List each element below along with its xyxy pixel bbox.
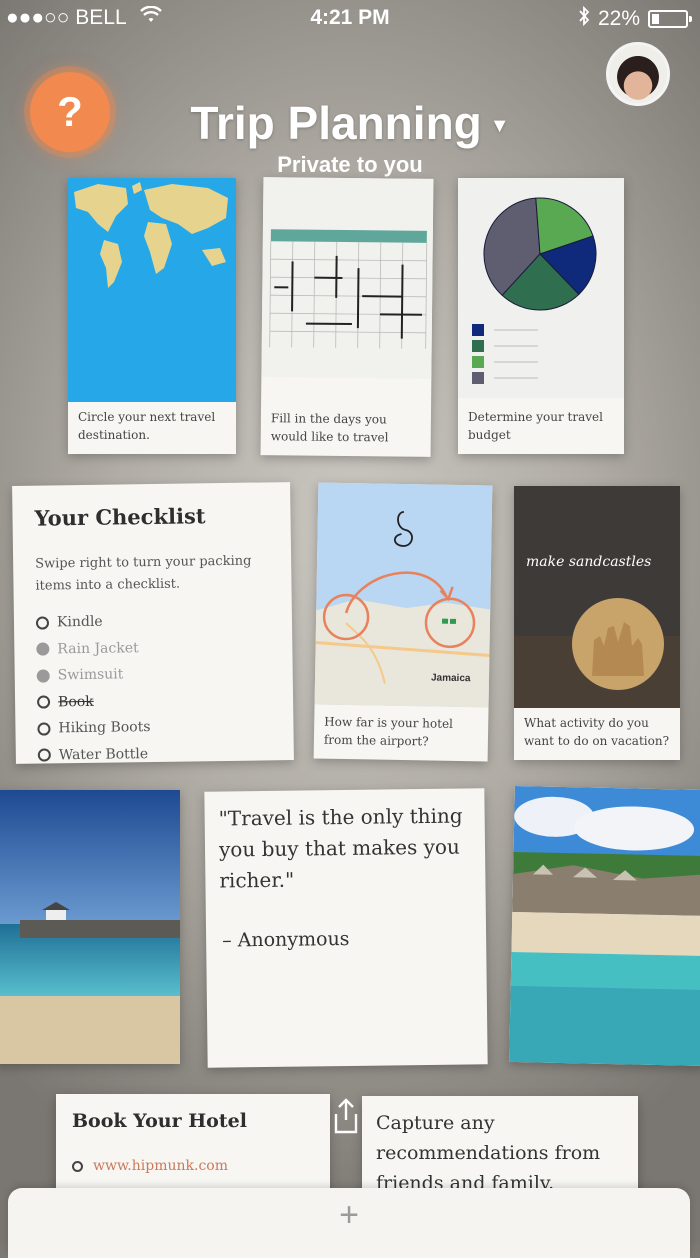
resort-beach-image xyxy=(509,786,700,1066)
list-item[interactable]: Kindle xyxy=(36,608,149,636)
quote-author: – Anonymous xyxy=(222,928,350,952)
bottom-bar: + xyxy=(8,1188,690,1258)
checkbox-icon[interactable] xyxy=(38,749,51,762)
board-title[interactable]: Trip Planning ▼ xyxy=(0,96,700,150)
checklist-item-label: Water Bottle xyxy=(59,746,149,763)
hotel-link-text[interactable]: www.hipmunk.com xyxy=(93,1158,228,1174)
status-bar: ●●●○○ BELL 4:21 PM 22% xyxy=(0,0,700,36)
privacy-label: Private to you xyxy=(0,152,700,178)
chevron-down-icon[interactable]: ▼ xyxy=(490,115,510,137)
calendar-image xyxy=(261,177,433,379)
checklist-instructions: Swipe right to turn your packing items i… xyxy=(35,550,276,597)
beach-pier-image xyxy=(0,790,180,1064)
budget-card[interactable]: Determine your travel budget xyxy=(458,178,624,454)
checklist-item-label: Rain Jacket xyxy=(57,640,139,657)
checklist-title: Your Checklist xyxy=(34,503,205,530)
card-caption: Circle your next travel destination. xyxy=(78,408,228,444)
checkbox-icon[interactable] xyxy=(37,722,50,735)
board-title-text: Trip Planning xyxy=(190,97,481,149)
checklist-item-label: Swimsuit xyxy=(58,667,124,684)
calendar-card[interactable]: Fill in the days you would like to trave… xyxy=(261,177,434,457)
checklist-card[interactable]: Your Checklist Swipe right to turn your … xyxy=(12,482,294,764)
checked-checkbox-icon[interactable] xyxy=(37,669,50,682)
list-item[interactable]: Water Bottle xyxy=(38,741,151,764)
airport-map-card[interactable]: Jamaica How far is your hotel from the a… xyxy=(314,483,493,762)
resort-photo[interactable] xyxy=(509,786,700,1066)
activity-overlay-text: make sandcastles xyxy=(526,554,651,570)
activity-card[interactable]: make sandcastles What activity do you wa… xyxy=(514,486,680,760)
map-region-label: Jamaica xyxy=(431,672,471,684)
battery-icon xyxy=(648,10,688,28)
checklist-item-label: Book xyxy=(58,694,94,710)
hotel-link[interactable]: www.hipmunk.com xyxy=(72,1158,228,1174)
map-card[interactable]: Circle your next travel destination. xyxy=(68,178,236,454)
pie-chart-image xyxy=(458,178,624,398)
checked-checkbox-icon[interactable] xyxy=(36,643,49,656)
checklist-item-label: Hiking Boots xyxy=(58,719,150,736)
bluetooth-icon xyxy=(578,6,590,32)
card-caption: Fill in the days you would like to trave… xyxy=(271,409,423,447)
share-icon[interactable] xyxy=(332,1098,360,1136)
card-caption: How far is your hotel from the airport? xyxy=(324,713,481,752)
list-item[interactable]: Hiking Boots xyxy=(37,714,150,742)
battery-percent: 22% xyxy=(598,7,640,31)
checkbox-icon[interactable] xyxy=(37,696,50,709)
world-map-image xyxy=(68,178,236,402)
quote-text: "Travel is the only thing you buy that m… xyxy=(218,800,475,896)
checkbox-icon[interactable] xyxy=(36,616,49,629)
quote-card[interactable]: "Travel is the only thing you buy that m… xyxy=(204,788,487,1067)
sandcastle-image xyxy=(514,486,680,708)
card-caption: What activity do you want to do on vacat… xyxy=(524,714,672,750)
list-item[interactable]: Rain Jacket xyxy=(36,635,149,663)
hotel-title: Book Your Hotel xyxy=(72,1110,247,1132)
add-card-button[interactable]: + xyxy=(8,1196,690,1235)
recommendations-text: Capture any recommendations from friends… xyxy=(376,1108,628,1198)
list-item[interactable]: Swimsuit xyxy=(37,661,150,689)
beach-pier-photo[interactable] xyxy=(0,790,180,1064)
checklist-item-label: Kindle xyxy=(57,614,103,631)
list-item[interactable]: Book xyxy=(37,688,150,716)
checkbox-icon[interactable] xyxy=(72,1161,83,1172)
checklist-items: Kindle Rain Jacket Swimsuit Book Hiking … xyxy=(36,608,151,764)
card-caption: Determine your travel budget xyxy=(468,408,616,444)
